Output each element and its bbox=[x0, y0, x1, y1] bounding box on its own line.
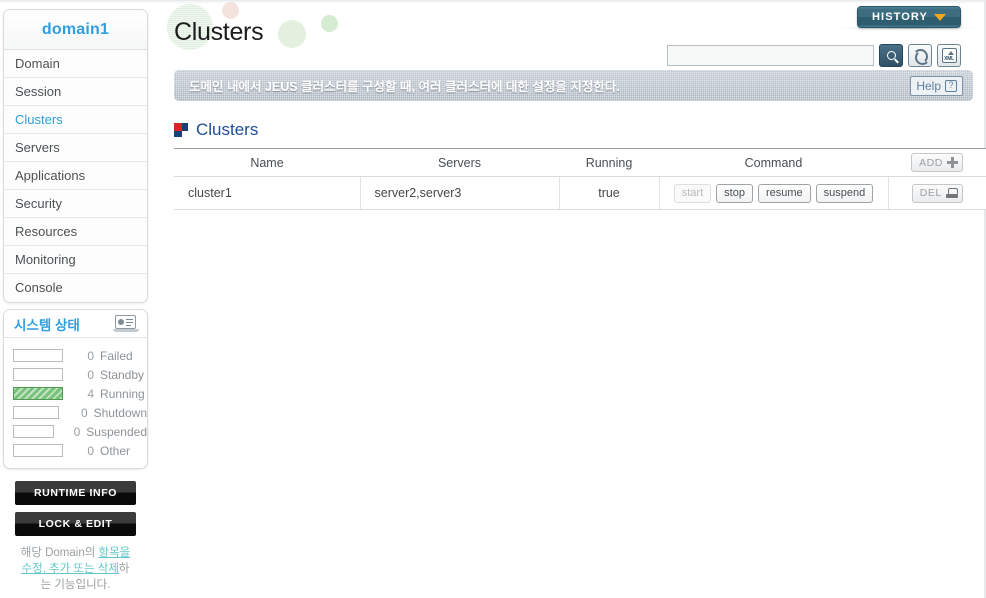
search-icon bbox=[886, 51, 896, 60]
status-label-failed: Failed bbox=[100, 348, 133, 363]
status-bar-running bbox=[13, 387, 63, 400]
description-banner-text: 도메인 내에서 JEUS 클러스터를 구성할 때, 여러 클러스터에 대한 설정… bbox=[189, 80, 620, 94]
status-count-suspended: 0 bbox=[73, 424, 81, 439]
lock-and-edit-button[interactable]: LOCK & EDIT bbox=[15, 512, 136, 536]
status-count-failed: 0 bbox=[87, 348, 94, 363]
history-button[interactable]: HISTORY bbox=[857, 6, 961, 28]
start-button: start bbox=[673, 183, 712, 203]
status-bar-standby bbox=[13, 368, 63, 381]
sidebar-item-clusters[interactable]: Clusters bbox=[4, 106, 147, 134]
column-header-running: Running bbox=[559, 148, 659, 177]
column-header-command: Command bbox=[659, 148, 888, 177]
xml-export-button[interactable]: XML bbox=[937, 44, 961, 67]
status-bar-other bbox=[13, 444, 63, 457]
status-row-failed: 0 Failed bbox=[4, 346, 147, 365]
history-label: HISTORY bbox=[872, 11, 928, 23]
table-header-row: Name Servers Running Command ADD bbox=[174, 148, 986, 177]
cell-cluster-commands: start stop resume suspend bbox=[658, 176, 888, 210]
system-status-list: 0 Failed 0 Standby 4 Running 0 Shutdown bbox=[4, 338, 147, 468]
sidebar-description-link-1[interactable]: 항목 bbox=[99, 547, 120, 559]
tmax-square-icon bbox=[174, 123, 188, 137]
sidebar-item-resources[interactable]: Resources bbox=[4, 218, 147, 246]
sidebar-description-text-1: 해당 Domain의 bbox=[20, 547, 99, 559]
system-status-title: 시스템 상태 bbox=[14, 317, 80, 333]
table-row[interactable]: cluster1 server2,server3 true start stop… bbox=[174, 176, 986, 210]
sidebar-action-buttons: RUNTIME INFO LOCK & EDIT bbox=[3, 481, 148, 536]
sidebar-item-servers[interactable]: Servers bbox=[4, 134, 147, 162]
chevron-down-icon bbox=[934, 13, 946, 21]
delete-button[interactable]: DEL bbox=[911, 183, 963, 203]
status-label-other: Other bbox=[100, 443, 131, 458]
app-root: domain1 Domain Session Clusters Servers … bbox=[0, 0, 986, 598]
sidebar-description: 해당 Domain의 항목을 수정, 추가 또는 삭제하는 기능입니다. bbox=[3, 545, 148, 593]
status-row-shutdown: 0 Shutdown bbox=[4, 403, 147, 422]
status-bar-suspended bbox=[13, 425, 54, 438]
main-content: Clusters HISTORY XML 도메인 내에서 JEUS 클러스터를 … bbox=[161, 0, 986, 598]
cell-cluster-delete: DEL bbox=[887, 176, 986, 210]
sync-icon bbox=[912, 49, 930, 65]
cell-cluster-name: cluster1 bbox=[174, 176, 360, 210]
column-header-name: Name bbox=[174, 148, 360, 177]
sidebar-nav-card: domain1 Domain Session Clusters Servers … bbox=[3, 9, 148, 303]
decorative-circle-small bbox=[321, 15, 338, 32]
monitor-chart-icon bbox=[113, 314, 139, 333]
status-row-other: 0 Other bbox=[4, 441, 147, 460]
resume-button[interactable]: resume bbox=[757, 183, 811, 203]
sidebar-item-monitoring[interactable]: Monitoring bbox=[4, 246, 147, 274]
stop-button[interactable]: stop bbox=[716, 183, 753, 203]
column-header-actions: ADD bbox=[888, 148, 986, 177]
cell-cluster-running: true bbox=[558, 176, 659, 210]
column-header-servers: Servers bbox=[360, 148, 559, 177]
system-status-card: 시스템 상태 0 Failed 0 Standby 4 Running 0 Sh… bbox=[3, 309, 148, 469]
decorative-circle-peach bbox=[222, 2, 239, 19]
sidebar-item-domain[interactable]: Domain bbox=[4, 50, 147, 78]
sidebar-item-console[interactable]: Console bbox=[4, 274, 147, 302]
section-title: Clusters bbox=[196, 120, 259, 139]
search-input[interactable] bbox=[667, 45, 874, 66]
sidebar-description-link-3[interactable]: 제 bbox=[108, 563, 119, 575]
help-label: Help bbox=[916, 78, 941, 93]
domain-title: domain1 bbox=[4, 10, 147, 50]
page-title: Clusters bbox=[174, 18, 264, 46]
decorative-circle-medium bbox=[278, 20, 306, 48]
xml-export-icon: XML bbox=[941, 48, 957, 63]
clusters-table: Name Servers Running Command ADD cluster… bbox=[174, 148, 986, 210]
delete-button-label: DEL bbox=[919, 187, 942, 199]
status-count-running: 4 bbox=[87, 386, 94, 401]
add-button[interactable]: ADD bbox=[911, 153, 963, 172]
cell-cluster-servers: server2,server3 bbox=[359, 176, 559, 210]
status-row-standby: 0 Standby bbox=[4, 365, 147, 384]
status-row-running: 4 Running bbox=[4, 384, 147, 403]
question-mark-icon: ? bbox=[945, 79, 957, 92]
sidebar: domain1 Domain Session Clusters Servers … bbox=[3, 9, 148, 593]
description-banner: 도메인 내에서 JEUS 클러스터를 구성할 때, 여러 클러스터에 대한 설정… bbox=[174, 70, 973, 101]
delete-icon bbox=[945, 187, 958, 199]
sidebar-item-applications[interactable]: Applications bbox=[4, 162, 147, 190]
section-header: Clusters bbox=[174, 120, 258, 140]
status-label-suspended: Suspended bbox=[86, 424, 147, 439]
status-label-shutdown: Shutdown bbox=[93, 405, 147, 420]
status-count-other: 0 bbox=[87, 443, 94, 458]
status-row-suspended: 0 Suspended bbox=[4, 422, 147, 441]
status-label-standby: Standby bbox=[100, 367, 145, 382]
system-status-header: 시스템 상태 bbox=[4, 310, 147, 338]
search-button[interactable] bbox=[879, 44, 903, 67]
sidebar-item-security[interactable]: Security bbox=[4, 190, 147, 218]
status-count-standby: 0 bbox=[87, 367, 94, 382]
status-count-shutdown: 0 bbox=[80, 405, 88, 420]
status-label-running: Running bbox=[100, 386, 145, 401]
suspend-button[interactable]: suspend bbox=[815, 183, 874, 203]
runtime-info-button[interactable]: RUNTIME INFO bbox=[15, 481, 136, 505]
search-toolbar: XML bbox=[667, 44, 961, 67]
add-button-label: ADD bbox=[919, 156, 943, 169]
help-button[interactable]: Help ? bbox=[910, 75, 963, 96]
plus-icon bbox=[946, 157, 958, 168]
status-bar-shutdown bbox=[13, 406, 59, 419]
sidebar-item-session[interactable]: Session bbox=[4, 78, 147, 106]
sync-button[interactable] bbox=[908, 44, 932, 67]
status-bar-failed bbox=[13, 349, 63, 362]
